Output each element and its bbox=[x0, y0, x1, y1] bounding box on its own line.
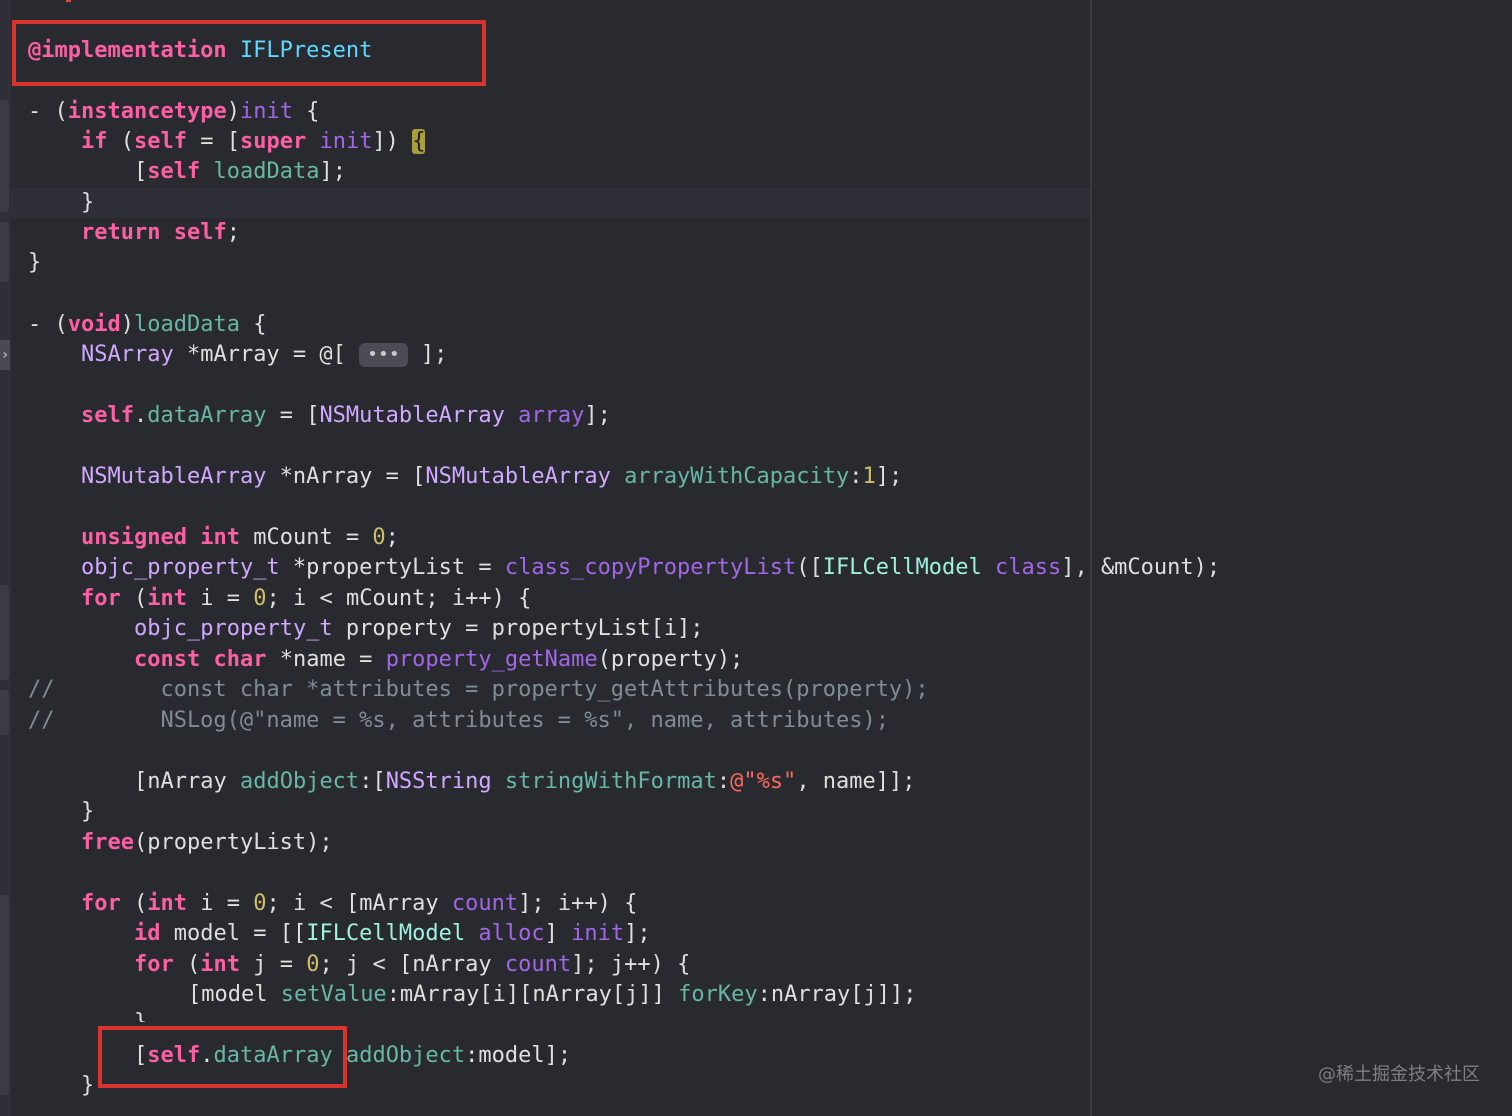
code-line[interactable]: const char *name = property_getName(prop… bbox=[134, 645, 743, 675]
code-line[interactable]: - (instancetype)init { bbox=[28, 97, 319, 127]
annotation-highlight-box bbox=[98, 1026, 347, 1088]
code-line[interactable]: [nArray addObject:[NSString stringWithFo… bbox=[134, 767, 916, 797]
annotation-highlight-box bbox=[12, 20, 486, 86]
code-text: } bbox=[28, 250, 42, 275]
code-line[interactable]: if (self = [super init]) { bbox=[81, 127, 426, 157]
code-line[interactable]: NSMutableArray *nArray = [NSMutableArray… bbox=[81, 462, 902, 492]
code-comment-line[interactable]: // NSLog(@"name = %s, attributes = %s", … bbox=[28, 706, 889, 736]
code-text: id model = [[IFLCellModel alloc] init]; bbox=[134, 921, 651, 946]
code-text: for (int j = 0; j < [nArray count]; j++)… bbox=[134, 952, 691, 977]
code-fold-ribbon[interactable] bbox=[0, 585, 9, 680]
code-line[interactable]: [self loadData]; bbox=[134, 157, 346, 187]
code-text: } bbox=[134, 1010, 147, 1022]
code-fold-ribbon[interactable] bbox=[0, 100, 9, 212]
code-line[interactable]: objc_property_t *propertyList = class_co… bbox=[81, 553, 1220, 583]
code-text: [model setValue:mArray[i][nArray[j]] for… bbox=[188, 982, 917, 1007]
current-line-highlight bbox=[11, 188, 1090, 218]
code-text: [self loadData]; bbox=[134, 159, 346, 184]
code-text: } bbox=[81, 190, 95, 215]
code-line[interactable]: unsigned int mCount = 0; bbox=[81, 523, 399, 553]
code-line[interactable]: for (int j = 0; j < [nArray count]; j++)… bbox=[134, 950, 690, 980]
editor-gutter[interactable]: › bbox=[0, 0, 11, 1116]
code-editor[interactable]: › @implementation IFLPresent - (instance… bbox=[0, 0, 1512, 1116]
code-line[interactable]: return self; bbox=[81, 218, 240, 248]
code-line[interactable]: for (int i = 0; i < [mArray count]; i++)… bbox=[81, 889, 637, 919]
code-line[interactable]: id model = [[IFLCellModel alloc] init]; bbox=[134, 919, 651, 949]
code-line[interactable]: NSArray *mArray = @[ ••• ]; bbox=[81, 340, 447, 370]
code-text: for (int i = 0; i < [mArray count]; i++)… bbox=[81, 891, 638, 916]
code-text: NSArray *mArray = @[ ••• ]; bbox=[81, 342, 448, 367]
comment-text: // NSLog(@"name = %s, attributes = %s", … bbox=[28, 708, 889, 733]
code-line[interactable]: } bbox=[134, 1008, 147, 1022]
code-line[interactable]: } bbox=[81, 188, 94, 218]
code-line[interactable]: for (int i = 0; i < mCount; i++) { bbox=[81, 584, 531, 614]
code-text: objc_property_t property = propertyList[… bbox=[134, 616, 704, 641]
code-text: } bbox=[81, 1073, 95, 1098]
code-text: NSMutableArray *nArray = [NSMutableArray… bbox=[81, 464, 903, 489]
code-line[interactable]: } bbox=[81, 797, 94, 827]
code-text: } bbox=[81, 799, 95, 824]
code-line[interactable]: free(propertyList); bbox=[81, 828, 333, 858]
code-text: - (instancetype)init { bbox=[28, 99, 320, 124]
code-text: if (self = [super init]) { bbox=[81, 129, 426, 154]
code-fold-ribbon[interactable] bbox=[0, 895, 9, 1095]
code-text: [nArray addObject:[NSString stringWithFo… bbox=[134, 769, 916, 794]
code-comment-line[interactable]: // const char *attributes = property_get… bbox=[28, 675, 929, 705]
code-text: objc_property_t *propertyList = class_co… bbox=[81, 555, 1221, 580]
code-text: unsigned int mCount = 0; bbox=[81, 525, 399, 550]
code-line[interactable]: objc_property_t property = propertyList[… bbox=[134, 614, 704, 644]
scroll-marker bbox=[66, 0, 71, 2]
code-line[interactable]: - (void)loadData { bbox=[28, 310, 266, 340]
code-line[interactable]: [model setValue:mArray[i][nArray[j]] for… bbox=[188, 980, 917, 1010]
code-text: - (void)loadData { bbox=[28, 312, 267, 337]
code-text: for (int i = 0; i < mCount; i++) { bbox=[81, 586, 532, 611]
watermark: @稀土掘金技术社区 bbox=[1318, 1064, 1480, 1085]
code-line[interactable]: self.dataArray = [NSMutableArray array]; bbox=[81, 401, 611, 431]
code-fold-ribbon[interactable] bbox=[0, 690, 9, 735]
code-line[interactable]: } bbox=[28, 248, 41, 278]
code-line[interactable]: } bbox=[81, 1071, 94, 1101]
code-text: free(propertyList); bbox=[81, 830, 333, 855]
comment-text: // const char *attributes = property_get… bbox=[28, 677, 929, 702]
code-text: const char *name = property_getName(prop… bbox=[134, 647, 744, 672]
code-fold-ribbon[interactable] bbox=[0, 222, 9, 282]
expand-chevron-icon[interactable]: › bbox=[0, 340, 10, 370]
code-text: return self; bbox=[81, 220, 240, 245]
code-text: self.dataArray = [NSMutableArray array]; bbox=[81, 403, 611, 428]
